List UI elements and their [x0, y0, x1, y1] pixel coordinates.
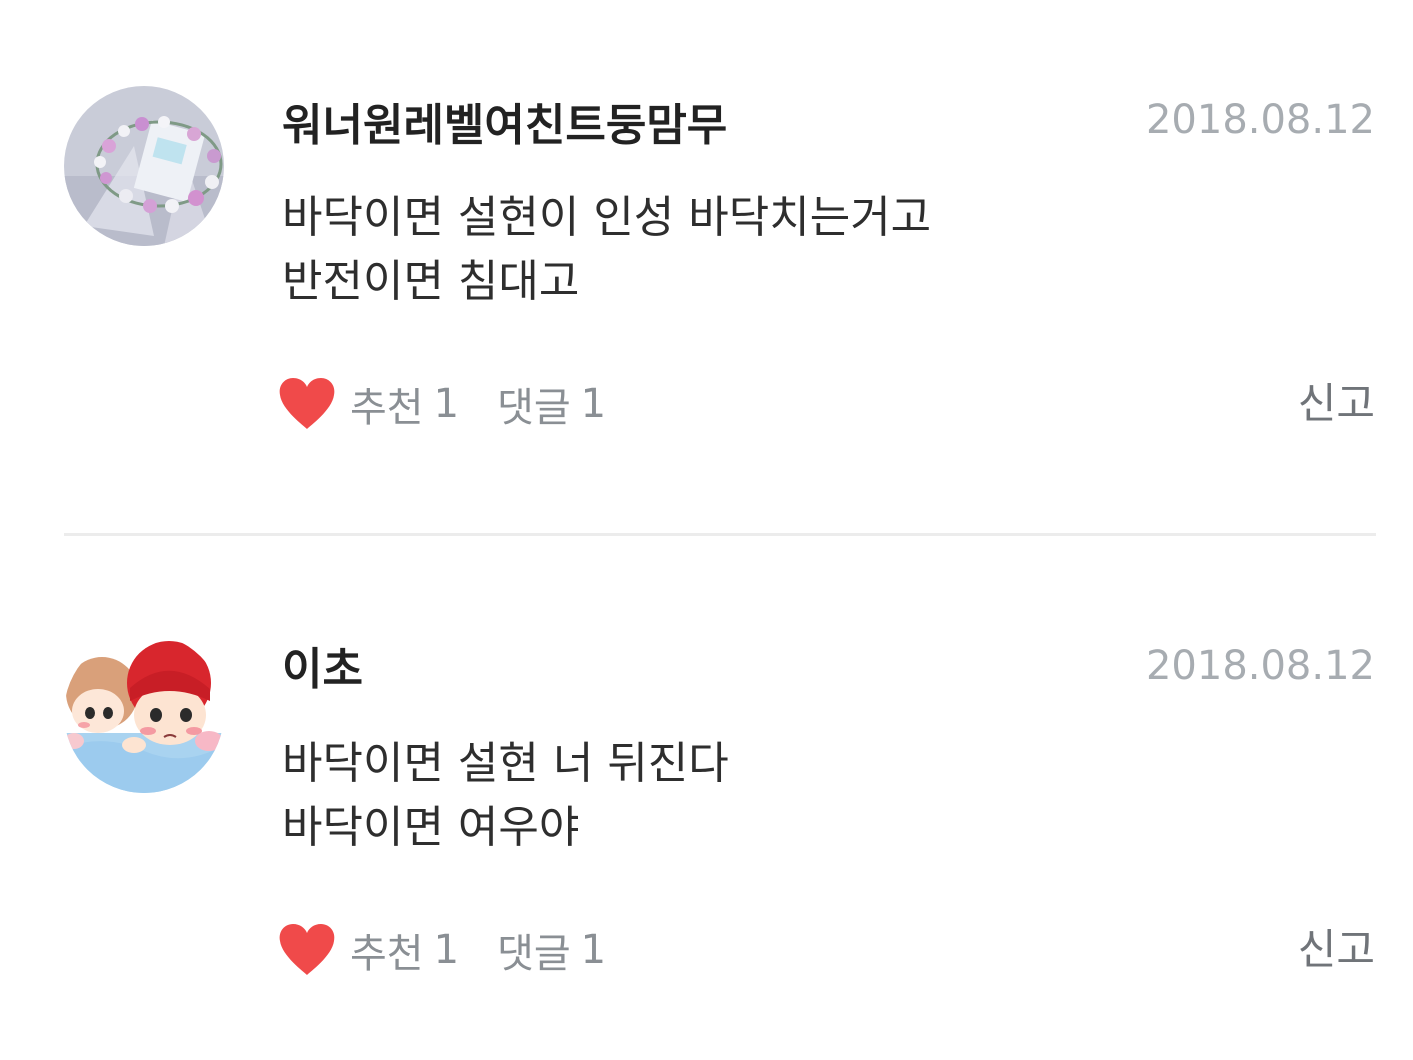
report-button[interactable]: 신고	[1298, 374, 1375, 434]
comment-date: 2018.08.12	[1145, 643, 1375, 689]
comment-item: 워너원레벨여친트둥맘무 2018.08.12 바닥이면 설현이 인성 바닥치는거…	[0, 0, 1413, 534]
reply-label: 댓글	[497, 931, 571, 977]
comment-actions: 추천 1 댓글 1	[278, 374, 606, 434]
like-button[interactable]: 추천 1	[278, 375, 459, 433]
like-label: 추천	[350, 931, 424, 977]
reply-count: 1	[580, 927, 607, 973]
divider	[64, 533, 1376, 536]
comment-item: 이초 2018.08.12 바닥이면 설현 너 뒤진다 바닥이면 여우야 추천 …	[0, 538, 1413, 1060]
like-count: 1	[433, 927, 460, 973]
username[interactable]: 이초	[282, 642, 363, 698]
report-button[interactable]: 신고	[1298, 920, 1375, 980]
user-avatar[interactable]	[64, 633, 224, 793]
comment-body-line: 바닥이면 설현이 인성 바닥치는거고	[282, 192, 932, 243]
heart-icon[interactable]	[278, 377, 336, 431]
comment-body-line: 바닥이면 설현 너 뒤진다	[282, 738, 729, 789]
comment-body: 바닥이면 설현 너 뒤진다 바닥이면 여우야	[282, 732, 729, 860]
reply-count: 1	[580, 381, 607, 427]
comment-body-line: 바닥이면 여우야	[282, 802, 580, 853]
reply-button[interactable]: 댓글 1	[497, 375, 606, 433]
comment-actions: 추천 1 댓글 1	[278, 920, 606, 980]
heart-icon[interactable]	[278, 923, 336, 977]
username[interactable]: 워너원레벨여친트둥맘무	[282, 98, 727, 154]
comment-date: 2018.08.12	[1145, 97, 1375, 143]
like-label: 추천	[350, 385, 424, 431]
cartoon-characters-icon	[64, 633, 224, 793]
like-button[interactable]: 추천 1	[278, 921, 459, 979]
flower-crown-photo-icon	[64, 86, 224, 246]
reply-button[interactable]: 댓글 1	[497, 921, 606, 979]
user-avatar[interactable]	[64, 86, 224, 246]
reply-label: 댓글	[497, 385, 571, 431]
comment-body-line: 반전이면 침대고	[282, 256, 580, 307]
comment-body: 바닥이면 설현이 인성 바닥치는거고 반전이면 침대고	[282, 186, 931, 314]
like-count: 1	[433, 381, 460, 427]
